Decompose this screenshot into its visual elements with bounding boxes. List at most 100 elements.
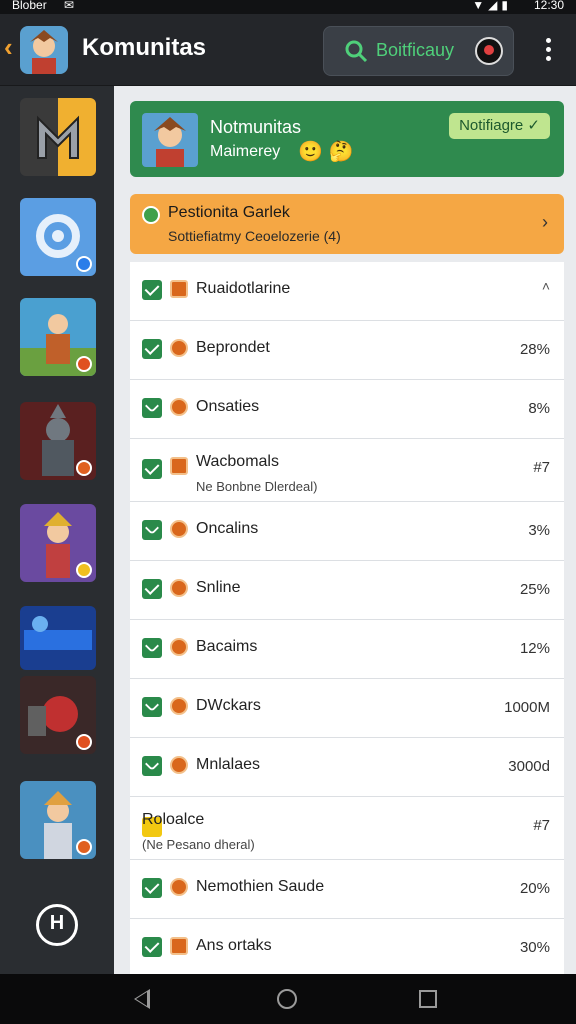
status-bar: Blober ✉ ▼◢▮ 12:30 (0, 0, 576, 14)
checkbox[interactable] (142, 280, 162, 300)
banner-emoji: 🙂 🤔 (298, 141, 354, 163)
nav-recents-icon[interactable] (419, 990, 437, 1008)
list-item-label: Ans ortaks (196, 937, 272, 954)
profile-avatar[interactable] (475, 37, 503, 65)
status-icons: ▼◢▮ (472, 0, 512, 12)
main-content: Notmunitas Maimerey 🙂 🤔 Notifiagre ✓ Pes… (114, 86, 576, 974)
status-time: 12:30 (533, 0, 564, 12)
list-item-value: 1000M (504, 699, 550, 716)
banner-subtitle: Maimerey (210, 143, 281, 160)
list-header-row[interactable]: Ruaidotlarine ˄ (130, 262, 564, 321)
list-item-value: 8% (528, 400, 550, 417)
nav-home-icon[interactable] (277, 989, 297, 1009)
checkbox[interactable] (142, 638, 162, 658)
list-item-value: 28% (519, 341, 550, 358)
checkbox[interactable] (142, 459, 162, 479)
promo-subtitle: Sottiefiatmy Ceoelozerie (4) (168, 228, 341, 244)
checkbox[interactable] (142, 579, 162, 599)
list-item[interactable]: Wacbomals Ne Bonbne Dlerdeal) #7 (130, 439, 564, 502)
status-dot-icon (142, 206, 160, 224)
sidebar-item-mech-game[interactable] (20, 676, 96, 754)
community-avatar[interactable] (20, 26, 68, 74)
list-item-value: #7 (533, 459, 550, 476)
page-title: Komunitas (82, 34, 207, 61)
promo-card[interactable]: Pestionita Garlek Sottiefiatmy Ceoelozer… (130, 194, 564, 254)
checkbox[interactable] (142, 398, 162, 418)
list-item-label: Roloalce (142, 811, 205, 828)
channel-icon (170, 457, 188, 475)
channel-icon (170, 697, 188, 715)
sidebar (0, 86, 114, 974)
checkbox[interactable] (142, 697, 162, 717)
banner-title: Notmunitas (210, 117, 302, 137)
list-item-label: Onsaties (196, 398, 260, 415)
list-item-sublabel: (Ne Pesano dheral) (142, 837, 255, 852)
community-logo-icon[interactable] (36, 904, 78, 946)
checkbox[interactable] (142, 937, 162, 957)
list-item-value: 30% (519, 939, 550, 956)
list-item[interactable]: Beprondet 28% (130, 321, 564, 380)
sidebar-item-settings-app[interactable] (20, 198, 96, 276)
list-item-value: 3% (528, 522, 550, 539)
more-options-icon[interactable] (540, 38, 556, 64)
list-item[interactable]: Roloalce (Ne Pesano dheral) #7 (130, 797, 564, 860)
carrier-label: Blober (12, 0, 47, 12)
notification-badge (76, 839, 92, 855)
notification-badge (76, 356, 92, 372)
sidebar-item-hero-game[interactable] (20, 504, 96, 582)
list-item[interactable]: Mnlalaes 3000d (130, 738, 564, 797)
list-item-label: DWckars (196, 697, 261, 714)
app-bar: ‹ Komunitas Boitficauy (0, 14, 576, 86)
channel-icon (170, 579, 188, 597)
channel-icon (170, 878, 188, 896)
nav-back-icon[interactable] (134, 989, 150, 1009)
screen: Blober ✉ ▼◢▮ 12:30 ‹ Komunitas Boitficau… (0, 0, 576, 1024)
checkbox[interactable] (142, 520, 162, 540)
list-item-label: Ruaidotlarine (196, 280, 291, 297)
list-item-value: 20% (519, 880, 550, 897)
list-item[interactable]: Ans ortaks 30% (130, 919, 564, 974)
chevron-up-icon[interactable]: ˄ (542, 278, 550, 294)
list-item-label: Oncalins (196, 520, 259, 537)
notification-badge (76, 256, 92, 272)
list-item-value: #7 (533, 817, 550, 834)
back-chevron-icon[interactable]: ‹ (4, 32, 13, 63)
channel-list: Ruaidotlarine ˄ Beprondet 28% Onsaties 8% Wacb… (130, 262, 564, 974)
list-item-label: Snline (196, 579, 241, 596)
list-item-label: Wacbomals (196, 453, 279, 470)
notification-badge (76, 562, 92, 578)
checkbox[interactable] (142, 878, 162, 898)
list-item-value: 12% (519, 640, 550, 657)
list-item-label: Beprondet (196, 339, 270, 356)
sidebar-item-warrior-game[interactable] (20, 298, 96, 376)
list-item[interactable]: Onsaties 8% (130, 380, 564, 439)
community-banner[interactable]: Notmunitas Maimerey 🙂 🤔 Notifiagre ✓ (130, 101, 564, 177)
notify-button[interactable]: Notifiagre ✓ (449, 113, 550, 139)
list-item[interactable]: Nemothien Saude 20% (130, 860, 564, 919)
list-item-label: Bacaims (196, 638, 258, 655)
list-item[interactable]: Bacaims 12% (130, 620, 564, 679)
channel-icon (170, 937, 188, 955)
checkbox[interactable] (142, 339, 162, 359)
channel-icon (170, 520, 188, 538)
checkbox[interactable] (142, 756, 162, 776)
sidebar-item-blue-game[interactable] (20, 606, 96, 670)
promo-title: Pestionita Garlek (168, 204, 290, 221)
list-item[interactable]: Oncalins 3% (130, 502, 564, 561)
list-item-label: Mnlalaes (196, 756, 261, 773)
search-icon (345, 40, 368, 63)
list-item[interactable]: Snline 25% (130, 561, 564, 620)
sidebar-item-knight-game[interactable] (20, 781, 96, 859)
channel-icon (170, 339, 188, 357)
list-item[interactable]: DWckars 1000M (130, 679, 564, 738)
sidebar-item-game-m[interactable] (20, 98, 96, 176)
search-button[interactable]: Boitficauy (323, 26, 514, 76)
chevron-right-icon: › (542, 212, 548, 232)
list-item-value: 3000d (508, 758, 550, 775)
channel-icon (170, 398, 188, 416)
message-icon: ✉ (64, 0, 75, 12)
channel-icon (170, 280, 188, 298)
list-item-value: 25% (519, 581, 550, 598)
list-item-sublabel: Ne Bonbne Dlerdeal) (196, 479, 318, 494)
sidebar-item-armor-game[interactable] (20, 402, 96, 480)
